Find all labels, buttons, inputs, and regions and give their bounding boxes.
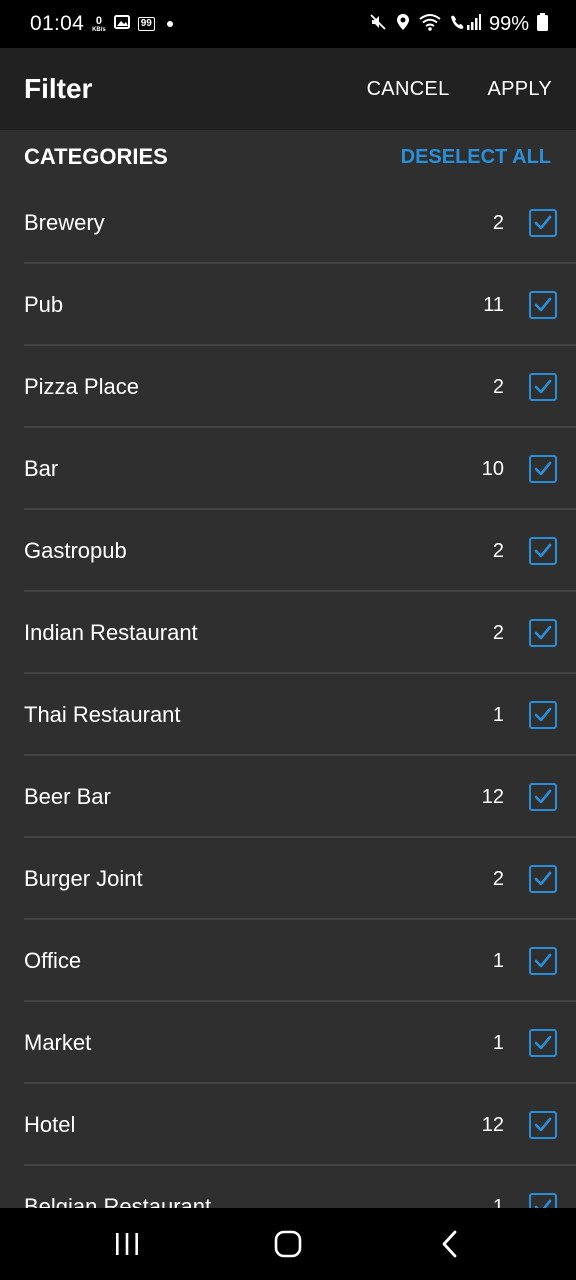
cancel-button[interactable]: CANCEL (367, 78, 450, 101)
category-label: Thai Restaurant (24, 702, 181, 727)
checkbox-checked-icon[interactable] (529, 291, 557, 319)
status-bar: 01:04 0 KB/s 99 99% (0, 0, 576, 48)
category-count: 10 (481, 457, 504, 480)
section-title: CATEGORIES (24, 144, 168, 169)
category-row[interactable]: Office 1 (0, 920, 576, 1002)
more-notifications-dot (166, 21, 173, 27)
deselect-all-button[interactable]: DESELECT ALL (401, 146, 551, 169)
battery-percentage: 99% (488, 12, 529, 35)
category-label: Burger Joint (24, 866, 143, 891)
category-label: Pizza Place (24, 374, 139, 399)
checkbox-checked-icon[interactable] (529, 537, 557, 565)
category-row[interactable]: Gastropub 2 (0, 510, 576, 592)
category-label: Brewery (24, 210, 105, 235)
category-count: 2 (492, 211, 504, 234)
category-count: 1 (492, 703, 504, 726)
mute-icon (369, 13, 387, 36)
category-label: Market (24, 1030, 92, 1055)
category-row[interactable]: Burger Joint 2 (0, 838, 576, 920)
category-label: Pub (24, 292, 64, 317)
checkbox-checked-icon[interactable] (529, 865, 557, 893)
checkbox-checked-icon[interactable] (529, 783, 557, 811)
toolbar: Filter CANCEL APPLY (0, 48, 576, 130)
category-row[interactable]: Bar 10 (0, 428, 576, 510)
checkbox-checked-icon[interactable] (529, 209, 557, 237)
category-row[interactable]: Thai Restaurant 1 (0, 674, 576, 756)
data-speed-indicator: 0 KB/s (92, 14, 106, 33)
category-list: Brewery 2 Pub 11 Pizza Place 2 Bar 10 Gastropub 2… (0, 182, 576, 1208)
gallery-icon (113, 14, 130, 35)
category-count: 2 (492, 539, 504, 562)
checkbox-checked-icon[interactable] (529, 1193, 557, 1208)
category-label: Beer Bar (24, 784, 111, 809)
checkbox-checked-icon[interactable] (529, 455, 557, 483)
category-label: Indian Restaurant (24, 620, 198, 645)
notification-count-badge: 99 (137, 17, 155, 31)
checkbox-checked-icon[interactable] (529, 701, 557, 729)
category-row[interactable]: Pub 11 (0, 264, 576, 346)
category-count: 2 (492, 867, 504, 890)
category-count: 12 (481, 785, 504, 808)
filter-content[interactable]: CATEGORIES DESELECT ALL Brewery 2 Pub 11 Piz… (0, 130, 576, 1208)
category-row[interactable]: Beer Bar 12 (0, 756, 576, 838)
category-count: 2 (492, 375, 504, 398)
checkbox-checked-icon[interactable] (529, 1111, 557, 1139)
checkbox-checked-icon[interactable] (529, 373, 557, 401)
recents-icon[interactable] (107, 1226, 147, 1262)
location-icon (395, 13, 411, 36)
category-row[interactable]: Pizza Place 2 (0, 346, 576, 428)
categories-header: CATEGORIES DESELECT ALL (0, 130, 576, 184)
checkbox-checked-icon[interactable] (529, 947, 557, 975)
category-row[interactable]: Indian Restaurant 2 (0, 592, 576, 674)
category-count: 2 (492, 621, 504, 644)
category-row[interactable]: Hotel 12 (0, 1084, 576, 1166)
category-count: 11 (483, 293, 504, 316)
category-label: Office (24, 948, 82, 973)
wifi-calling-signal-icon (449, 13, 481, 36)
navigation-bar (0, 1208, 576, 1280)
status-time: 01:04 (30, 12, 85, 35)
back-icon[interactable] (430, 1226, 470, 1262)
category-row[interactable]: Belgian Restaurant 1 (0, 1166, 576, 1208)
home-icon[interactable] (268, 1226, 308, 1262)
category-label: Gastropub (24, 538, 127, 563)
wifi-icon (419, 13, 441, 36)
category-count: 12 (481, 1113, 504, 1136)
category-row[interactable]: Brewery 2 (0, 182, 576, 264)
category-count: 1 (492, 1031, 504, 1054)
checkbox-checked-icon[interactable] (529, 619, 557, 647)
category-label: Bar (24, 456, 59, 481)
battery-icon (537, 12, 548, 36)
category-count: 1 (492, 949, 504, 972)
checkbox-checked-icon[interactable] (529, 1029, 557, 1057)
apply-button[interactable]: APPLY (488, 78, 553, 101)
category-row[interactable]: Market 1 (0, 1002, 576, 1084)
category-label: Belgian Restaurant (24, 1194, 212, 1208)
category-label: Hotel (24, 1112, 76, 1137)
category-count: 1 (492, 1195, 504, 1209)
page-title: Filter (24, 73, 93, 104)
